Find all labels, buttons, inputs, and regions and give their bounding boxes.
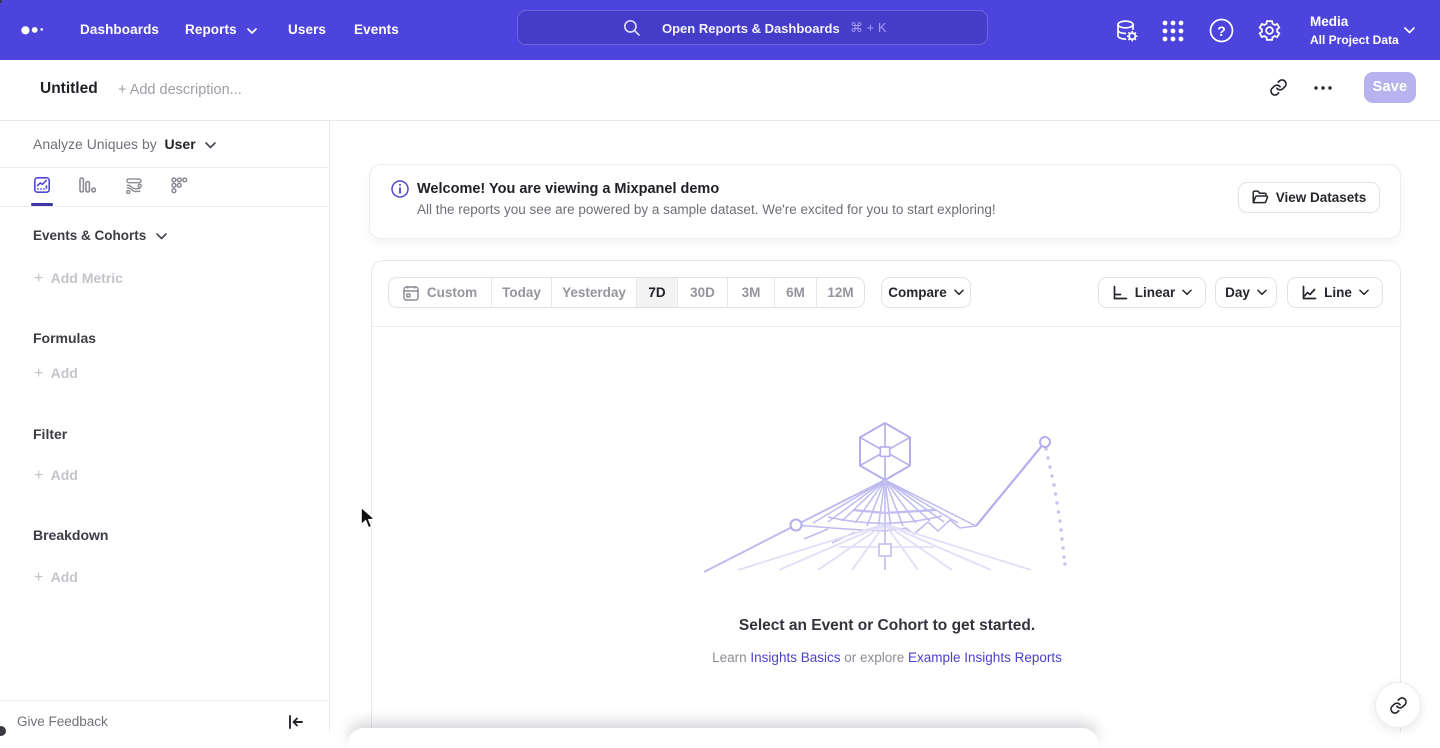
svg-text:?: ? bbox=[1217, 23, 1226, 39]
